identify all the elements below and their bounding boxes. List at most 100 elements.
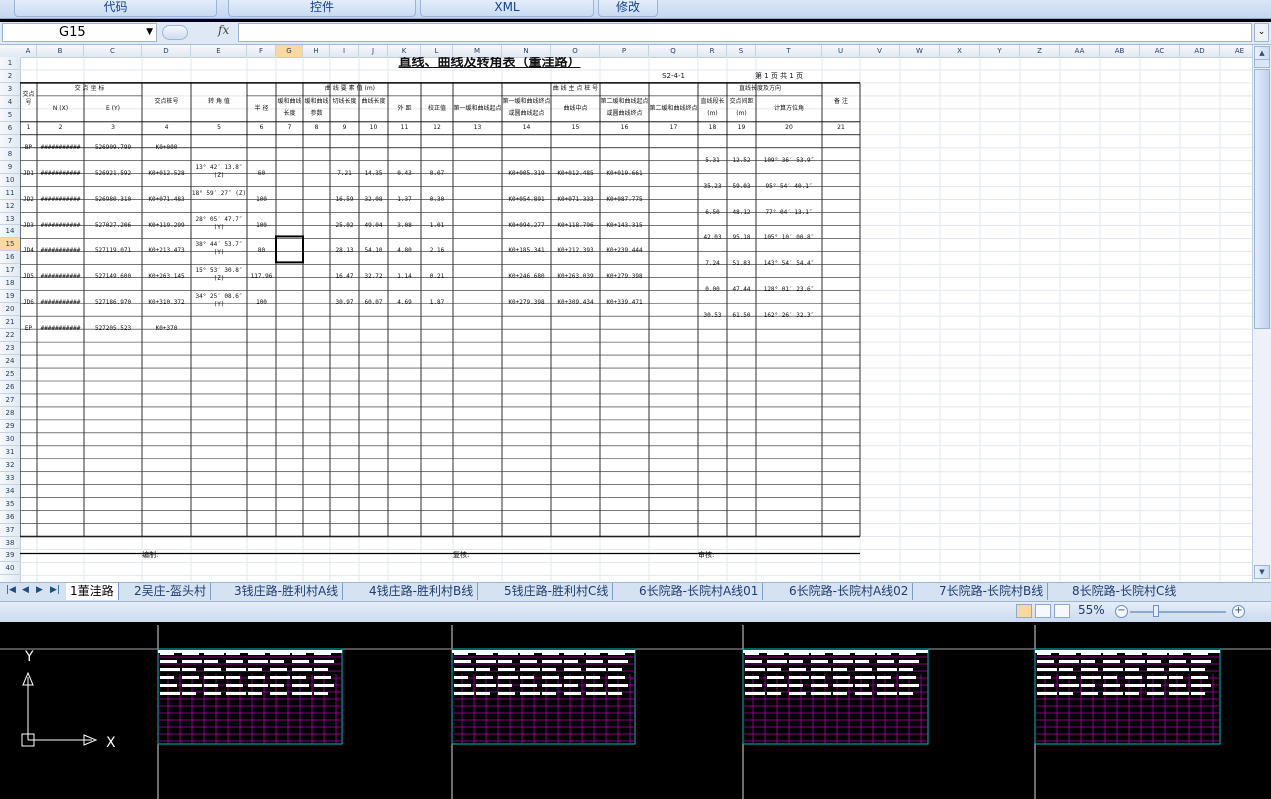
row-header-40[interactable]: 40	[0, 562, 20, 576]
zoom-in-icon[interactable]: +	[1232, 605, 1245, 618]
sheet-tab-3[interactable]: 3钱庄路-胜利村A线	[230, 583, 344, 600]
scroll-thumb[interactable]	[1254, 69, 1270, 329]
worksheet[interactable]: A B C D E F G H I J K L M N O P Q R S T U V W X Y Z AA AB AC AD AE 123…	[0, 45, 1252, 582]
row-header-22[interactable]: 22	[0, 329, 20, 343]
column-header-aa[interactable]: AA	[1060, 45, 1100, 57]
row-header-3[interactable]: 3	[0, 83, 20, 96]
zoom-slider-track[interactable]	[1130, 611, 1226, 613]
row-header-2[interactable]: 2	[0, 70, 20, 83]
sheet-tab-6[interactable]: 6长院路-长院村A线01	[635, 583, 764, 600]
row-header-20[interactable]: 20	[0, 303, 20, 317]
column-header-v[interactable]: V	[860, 45, 900, 57]
chevron-down-icon[interactable]: ▼	[146, 24, 153, 41]
column-header-y[interactable]: Y	[980, 45, 1020, 57]
row-header-37[interactable]: 37	[0, 524, 20, 537]
row-header-32[interactable]: 32	[0, 459, 20, 472]
column-header-s[interactable]: S	[727, 45, 756, 57]
vertical-scrollbar[interactable]: ▲ ▼	[1252, 45, 1271, 582]
column-header-c[interactable]: C	[84, 45, 142, 57]
row-header-4[interactable]: 4	[0, 96, 20, 109]
row-header-17[interactable]: 17	[0, 264, 20, 278]
row-header-29[interactable]: 29	[0, 420, 20, 433]
column-header-k[interactable]: K	[388, 45, 421, 57]
row-header-12[interactable]: 12	[0, 200, 20, 213]
column-header-q[interactable]: Q	[649, 45, 698, 57]
row-header-34[interactable]: 34	[0, 485, 20, 498]
row-header-27[interactable]: 27	[0, 394, 20, 407]
column-header-n[interactable]: N	[502, 45, 551, 57]
row-header-7[interactable]: 7	[0, 135, 20, 148]
column-header-x[interactable]: X	[940, 45, 980, 57]
split-handle[interactable]	[1254, 59, 1270, 68]
row-header-33[interactable]: 33	[0, 472, 20, 485]
column-header-h[interactable]: H	[303, 45, 330, 57]
column-header-i[interactable]: I	[330, 45, 359, 57]
name-box[interactable]: G15 ▼	[2, 23, 157, 42]
column-header-e[interactable]: E	[191, 45, 247, 57]
column-header-ac[interactable]: AC	[1140, 45, 1180, 57]
row-header-39[interactable]: 39	[0, 549, 20, 563]
prev-sheet-icon[interactable]: ◀	[22, 585, 29, 595]
column-header-ae[interactable]: AE	[1220, 45, 1252, 57]
row-header-35[interactable]: 35	[0, 498, 20, 511]
column-header-t[interactable]: T	[756, 45, 822, 57]
row-header-21[interactable]: 21	[0, 316, 20, 330]
column-header-a[interactable]: A	[20, 45, 37, 57]
column-header-m[interactable]: M	[453, 45, 502, 57]
row-header-11[interactable]: 11	[0, 187, 20, 200]
sheet-tab-1[interactable]: 1董洼路	[66, 583, 119, 600]
sheet-tab-2[interactable]: 2吴庄-盔头村	[130, 583, 211, 600]
column-header-p[interactable]: P	[600, 45, 649, 57]
last-sheet-icon[interactable]: ▶|	[50, 585, 60, 595]
next-sheet-icon[interactable]: ▶	[36, 585, 43, 595]
sheet-tab-8[interactable]: 7长院路-长院村B线	[935, 583, 1049, 600]
column-header-b[interactable]: B	[37, 45, 84, 57]
row-header-13[interactable]: 13	[0, 213, 20, 226]
row-header-25[interactable]: 25	[0, 368, 20, 381]
row-header-5[interactable]: 5	[0, 109, 20, 122]
row-header-18[interactable]: 18	[0, 277, 20, 291]
column-header-ab[interactable]: AB	[1100, 45, 1140, 57]
sheet-tab-9[interactable]: 8长院路-长院村C线	[1068, 583, 1180, 600]
row-header-9[interactable]: 9	[0, 161, 20, 174]
ribbon-tab-xml[interactable]: XML	[420, 0, 594, 17]
column-header-d[interactable]: D	[142, 45, 191, 57]
row-header-31[interactable]: 31	[0, 446, 20, 459]
page-layout-view-icon[interactable]	[1035, 604, 1051, 618]
row-header-26[interactable]: 26	[0, 381, 20, 394]
column-header-z[interactable]: Z	[1020, 45, 1060, 57]
scroll-up-icon[interactable]: ▲	[1254, 46, 1270, 60]
row-header-6[interactable]: 6	[0, 122, 20, 135]
row-header-10[interactable]: 10	[0, 174, 20, 187]
first-sheet-icon[interactable]: |◀	[6, 585, 16, 595]
zoom-slider-thumb[interactable]	[1153, 605, 1159, 617]
column-header-r[interactable]: R	[698, 45, 727, 57]
row-header-28[interactable]: 28	[0, 407, 20, 420]
column-header-f[interactable]: F	[247, 45, 276, 57]
row-header-38[interactable]: 38	[0, 537, 20, 550]
normal-view-icon[interactable]	[1016, 604, 1032, 618]
expand-formula-bar-button[interactable]: ⌄	[1254, 23, 1269, 42]
formula-input[interactable]	[238, 23, 1252, 42]
column-header-l[interactable]: L	[421, 45, 453, 57]
cad-viewport[interactable]: Y X	[0, 625, 1271, 799]
row-header-30[interactable]: 30	[0, 433, 20, 446]
column-header-u[interactable]: U	[822, 45, 860, 57]
row-header-16[interactable]: 16	[0, 251, 20, 265]
column-header-ad[interactable]: AD	[1180, 45, 1220, 57]
column-header-g[interactable]: G	[276, 45, 303, 57]
sheet-tab-4[interactable]: 4钱庄路-胜利村B线	[365, 583, 479, 600]
column-header-o[interactable]: O	[551, 45, 600, 57]
cell-grid[interactable]: 直线、曲线及转角表（董洼路） S2-4-1 第 1 页 共 1 页交点号交 点 坐 …	[20, 57, 1252, 582]
ribbon-tab-modify[interactable]: 修改	[598, 0, 658, 17]
scroll-down-icon[interactable]: ▼	[1254, 565, 1270, 579]
row-header-8[interactable]: 8	[0, 148, 20, 161]
column-header-j[interactable]: J	[359, 45, 388, 57]
row-header-19[interactable]: 19	[0, 290, 20, 304]
row-header-14[interactable]: 14	[0, 225, 20, 239]
zoom-level[interactable]: 55%	[1078, 603, 1105, 617]
insert-function-button[interactable]: fx	[160, 23, 238, 42]
sheet-tab-7[interactable]: 6长院路-长院村A线02	[785, 583, 914, 600]
ribbon-tab-controls[interactable]: 控件	[228, 0, 416, 17]
row-header-15[interactable]: 15	[0, 238, 20, 252]
